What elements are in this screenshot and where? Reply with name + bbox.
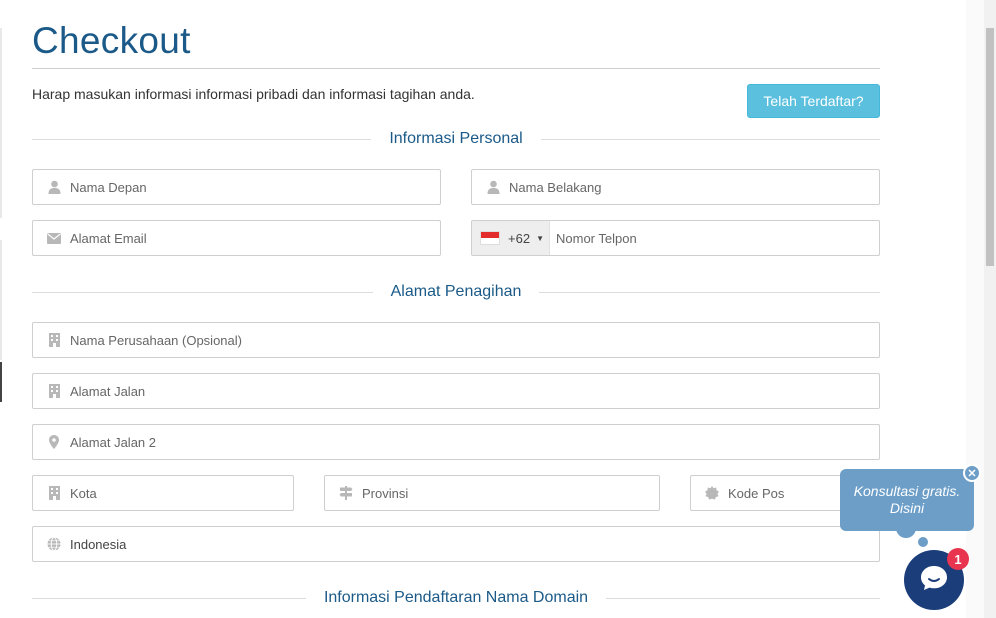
company-field[interactable] [32,322,880,358]
address2-field[interactable] [32,424,880,460]
building-icon [47,486,61,500]
section-billing-heading: Alamat Penagihan [32,282,881,302]
certificate-icon [705,486,719,500]
indonesia-flag-icon [480,231,500,245]
first-name-field[interactable] [32,169,441,205]
first-name-input[interactable] [70,170,440,204]
address2-input[interactable] [70,425,879,459]
chat-bubble-tail-dot [896,518,916,538]
section-billing-label: Alamat Penagihan [390,283,522,300]
envelope-icon [47,231,61,245]
state-input[interactable] [362,476,659,510]
user-icon [47,180,61,194]
notification-badge: 1 [947,548,969,570]
city-input[interactable] [70,476,293,510]
country-code-label: +62 [508,230,531,246]
last-name-field[interactable] [471,169,880,205]
country-select[interactable] [70,527,879,561]
address1-input[interactable] [70,374,879,408]
state-field[interactable] [324,475,660,511]
page-scrollbar[interactable] [966,0,996,618]
page-title: Checkout [32,20,191,61]
country-code-selector[interactable]: +62 ▼ [472,221,550,255]
section-personal-label: Informasi Personal [389,130,523,147]
chat-bubble-tail-dot-small [918,537,928,547]
country-field[interactable] [32,526,880,562]
phone-input[interactable] [550,221,879,255]
email-input[interactable] [70,221,440,255]
section-domain-label: Informasi Pendaftaran Nama Domain [323,589,589,606]
scrollbar-thumb[interactable] [986,28,994,266]
phone-field[interactable]: +62 ▼ [471,220,880,256]
title-divider [32,68,880,69]
chat-icon [919,564,949,597]
left-edge-strip [0,0,3,618]
building-icon [47,384,61,398]
intro-text: Harap masukan informasi informasi pribad… [32,86,475,102]
signpost-icon [339,486,353,500]
map-marker-icon [47,435,61,449]
address1-field[interactable] [32,373,880,409]
building-icon [47,333,61,347]
already-registered-button[interactable]: Telah Terdaftar? [747,84,880,118]
email-field[interactable] [32,220,441,256]
company-input[interactable] [70,323,879,357]
last-name-input[interactable] [509,170,879,204]
user-icon [486,180,500,194]
globe-icon [47,537,61,551]
close-icon[interactable]: ✕ [963,464,981,482]
section-domain-heading: Informasi Pendaftaran Nama Domain [32,588,880,608]
city-field[interactable] [32,475,294,511]
section-personal-heading: Informasi Personal [32,129,881,149]
caret-down-icon: ▼ [536,233,544,243]
